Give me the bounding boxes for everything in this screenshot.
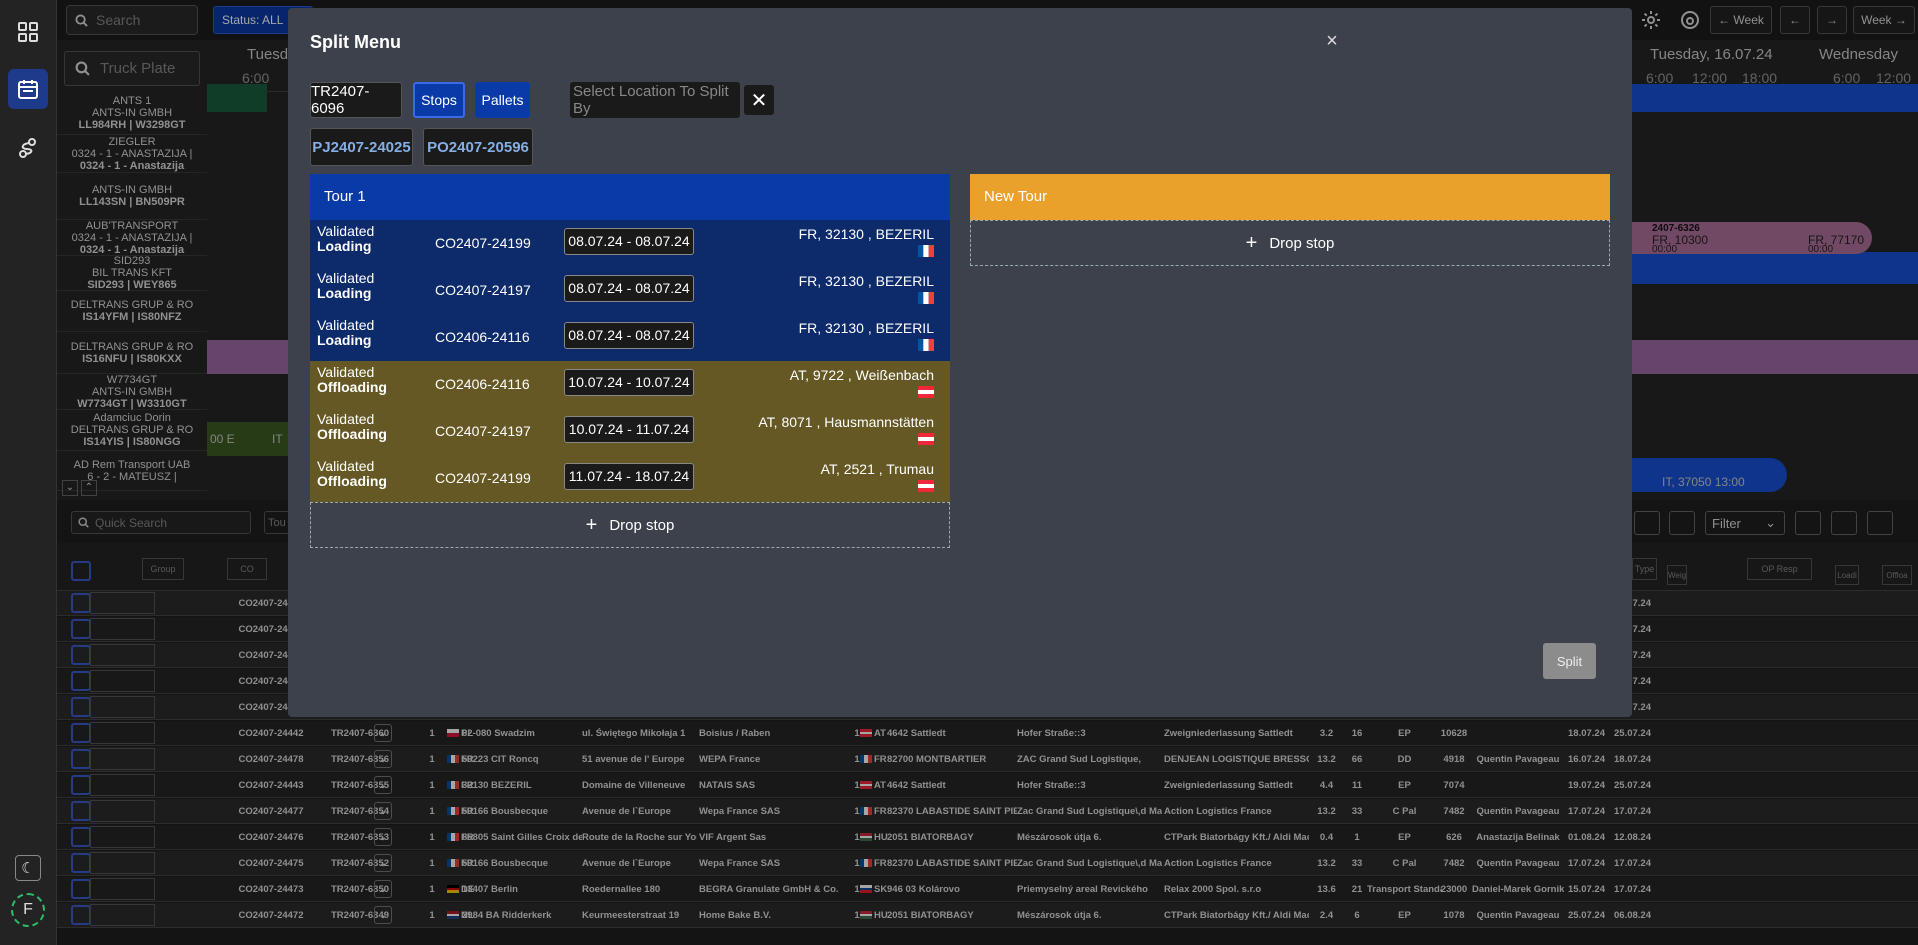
stop-type: Loading xyxy=(317,332,372,348)
stop-date-range[interactable]: 08.07.24 - 08.07.24 xyxy=(564,322,694,349)
flag-icon xyxy=(918,385,934,398)
split-button[interactable]: Split xyxy=(1543,643,1596,679)
tour-1-header: Tour 1 xyxy=(310,174,950,220)
stop-date-range[interactable]: 10.07.24 - 10.07.24 xyxy=(564,369,694,396)
stop-row[interactable]: Validated Offloading CO2406-24116 10.07.2… xyxy=(310,361,950,408)
stop-co: CO2406-24116 xyxy=(435,376,530,392)
stop-location: AT, 8071 , Hausmannstätten xyxy=(758,414,934,430)
stop-co: CO2407-24199 xyxy=(435,235,531,251)
user-avatar[interactable]: F xyxy=(8,890,48,930)
stop-status: Validated xyxy=(317,223,375,239)
user-initial: F xyxy=(11,893,45,927)
calendar-icon[interactable] xyxy=(8,69,48,109)
stop-co: CO2407-24197 xyxy=(435,282,531,298)
stop-type: Offloading xyxy=(317,379,387,395)
stop-row[interactable]: Validated Loading CO2407-24197 08.07.24 -… xyxy=(310,267,950,314)
stop-row[interactable]: Validated Offloading CO2407-24199 11.07.2… xyxy=(310,455,950,502)
stop-date-range[interactable]: 08.07.24 - 08.07.24 xyxy=(564,275,694,302)
plus-icon: + xyxy=(585,513,598,536)
stop-type: Offloading xyxy=(317,473,387,489)
stop-status: Validated xyxy=(317,270,375,286)
stop-status: Validated xyxy=(317,411,375,427)
stop-co: CO2406-24116 xyxy=(435,329,530,345)
stop-location: FR, 32130 , BEZERIL xyxy=(798,320,934,336)
new-tour-header: New Tour xyxy=(970,174,1610,220)
stop-type: Loading xyxy=(317,285,372,301)
stop-row[interactable]: Validated Loading CO2406-24116 08.07.24 -… xyxy=(310,314,950,361)
side-navigation: ☾ F xyxy=(0,0,57,945)
apps-grid-icon[interactable] xyxy=(8,12,48,52)
stop-row[interactable]: Validated Loading CO2407-24199 08.07.24 -… xyxy=(310,220,950,267)
route-icon[interactable] xyxy=(8,128,48,168)
stop-type: Offloading xyxy=(317,426,387,442)
stop-type: Loading xyxy=(317,238,372,254)
plus-icon: + xyxy=(1245,231,1258,254)
order-chip-po[interactable]: PO2407-20596 xyxy=(423,128,533,166)
stop-date-range[interactable]: 11.07.24 - 18.07.24 xyxy=(564,463,694,490)
order-chip-pj[interactable]: PJ2407-24025 xyxy=(310,128,413,166)
location-split-input[interactable]: Select Location To Split By xyxy=(570,82,740,118)
flag-icon xyxy=(918,432,934,445)
stop-co: CO2407-24197 xyxy=(435,423,531,439)
modal-title: Split Menu xyxy=(310,32,401,52)
close-icon[interactable]: × xyxy=(1322,31,1342,52)
stop-location: FR, 32130 , BEZERIL xyxy=(798,226,934,242)
stop-date-range[interactable]: 08.07.24 - 08.07.24 xyxy=(564,228,694,255)
dark-mode-icon[interactable]: ☾ xyxy=(8,848,48,888)
stop-date-range[interactable]: 10.07.24 - 11.07.24 xyxy=(564,416,694,443)
flag-icon xyxy=(918,244,934,257)
stop-location: FR, 32130 , BEZERIL xyxy=(798,273,934,289)
stop-location: AT, 9722 , Weißenbach xyxy=(789,367,934,383)
flag-icon xyxy=(918,291,934,304)
stop-co: CO2407-24199 xyxy=(435,470,531,486)
clear-location-icon[interactable]: ✕ xyxy=(744,85,774,115)
flag-icon xyxy=(918,338,934,351)
tour-code-badge: TR2407-6096 xyxy=(310,82,402,118)
stops-toggle-button[interactable]: Stops xyxy=(413,82,465,118)
stop-row[interactable]: Validated Offloading CO2407-24197 10.07.2… xyxy=(310,408,950,455)
stop-status: Validated xyxy=(317,458,375,474)
tour-1-drop-zone[interactable]: + Drop stop xyxy=(310,502,950,548)
flag-icon xyxy=(918,479,934,492)
split-menu-modal: Split Menu × TR2407-6096 Stops Pallets S… xyxy=(288,8,1632,717)
new-tour-drop-zone[interactable]: + Drop stop xyxy=(970,220,1610,266)
stop-status: Validated xyxy=(317,364,375,380)
stop-status: Validated xyxy=(317,317,375,333)
pallets-toggle-button[interactable]: Pallets xyxy=(475,82,530,118)
stop-location: AT, 2521 , Trumau xyxy=(820,461,934,477)
